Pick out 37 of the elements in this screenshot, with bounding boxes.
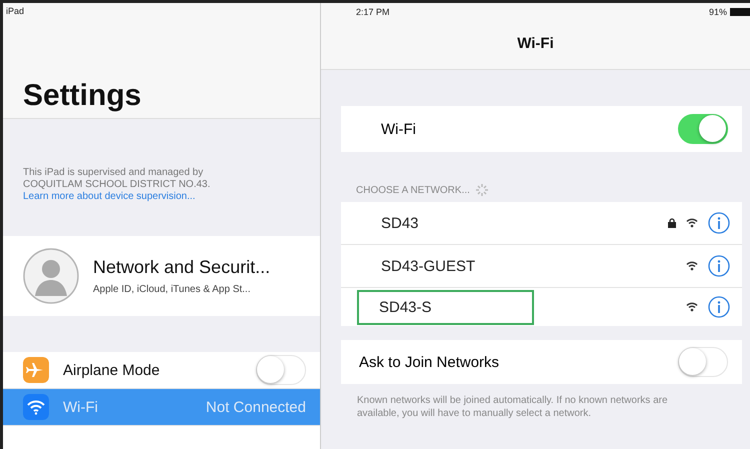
network-row[interactable]: SD43 <box>341 202 742 245</box>
network-name: SD43-S <box>359 292 532 322</box>
item-label: Airplane Mode <box>63 362 161 378</box>
battery-icon <box>730 8 750 16</box>
profile-row[interactable]: Network and Securit... Apple ID, iCloud, iTunes & App St... <box>3 236 320 316</box>
item-value: Not Connected <box>206 398 306 416</box>
section-header: CHOOSE A NETWORK... <box>356 184 470 196</box>
device-name: iPad <box>6 6 24 18</box>
status-time: 2:17 PM <box>356 7 390 17</box>
supervision-text: This iPad is supervised and managed by COQUITLAM SCHOOL DISTRICT NO.43. <box>22 166 212 191</box>
info-icon[interactable] <box>708 296 730 318</box>
nav-title: Wi-Fi <box>516 35 555 52</box>
item-label: Wi-Fi <box>63 398 99 416</box>
spinner-icon <box>476 184 488 196</box>
toggle-switch[interactable] <box>678 114 728 144</box>
wifi-signal-icon <box>686 218 698 228</box>
profile-subtitle: Apple ID, iCloud, iTunes & App St... <box>93 284 252 295</box>
avatar-icon <box>23 248 79 304</box>
toggle-switch[interactable] <box>678 347 728 377</box>
airplane-icon <box>23 357 49 383</box>
profile-name: Network and Securit... <box>93 257 270 278</box>
network-name: SD43-GUEST <box>381 256 476 276</box>
network-row[interactable]: SD43-S <box>341 288 742 326</box>
wifi-signal-icon <box>686 302 698 312</box>
battery-percent: 91% <box>708 7 727 17</box>
info-icon[interactable] <box>708 255 730 277</box>
wifi-signal-icon <box>686 261 698 271</box>
wifi-icon <box>23 394 49 420</box>
row-label: Wi-Fi <box>381 120 416 138</box>
supervision-link[interactable]: Learn more about device supervision... <box>3 191 320 202</box>
info-icon[interactable] <box>708 212 730 234</box>
network-row[interactable]: SD43-GUEST <box>341 245 742 288</box>
network-name: SD43 <box>381 214 419 234</box>
page-title: Settings <box>23 79 142 113</box>
row-label: Ask to Join Networks <box>359 354 500 370</box>
toggle-switch[interactable] <box>256 355 306 385</box>
footer-note: Known networks will be joined automatically. If no known networks are available, you will have to manually select a network. <box>357 394 669 420</box>
